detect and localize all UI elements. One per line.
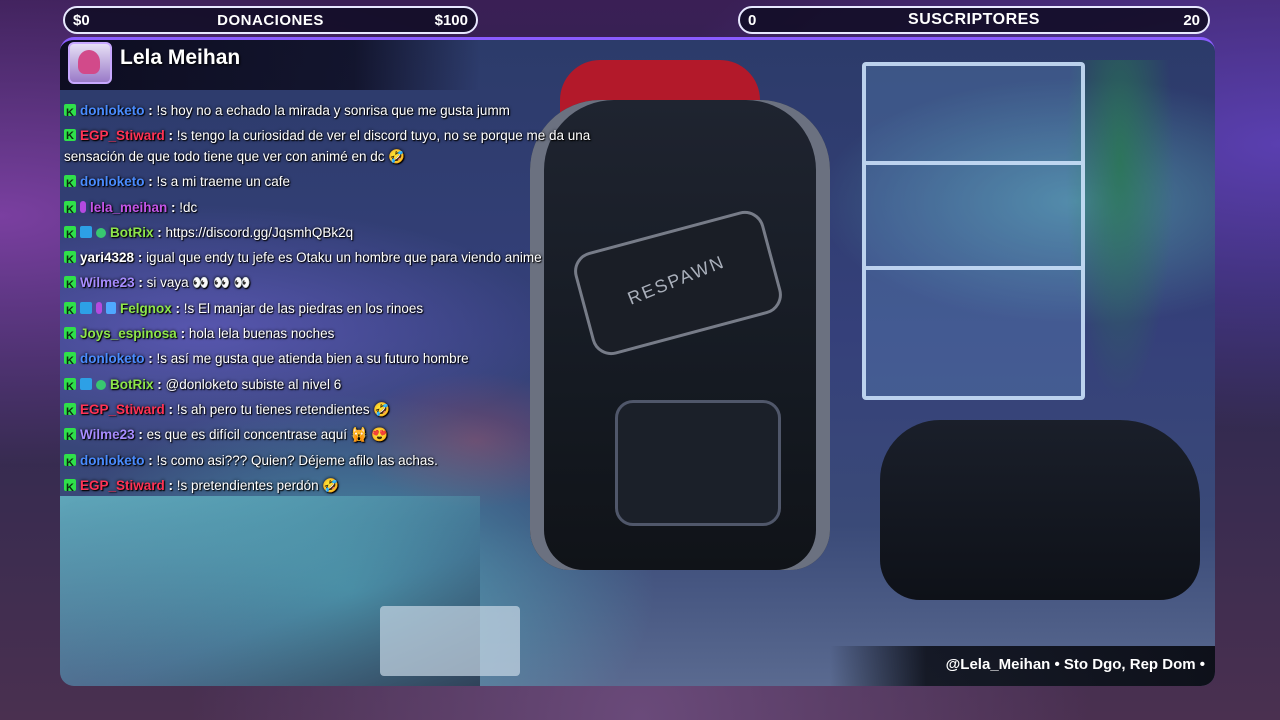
kick-badge-icon [64, 375, 76, 400]
chat-text: es que es difícil concentrase aquí 🙀 😍 [146, 427, 389, 443]
donations-min: $0 [73, 12, 90, 29]
chat-username: yari4328 [80, 250, 135, 266]
chat-text: si vaya 👀 👀 👀 [146, 275, 251, 291]
subscribers-label: SUSCRIPTORES [908, 11, 1040, 28]
kick-badge-icon [64, 425, 76, 451]
chair-armrest [880, 420, 1200, 600]
verified-badge-icon [96, 379, 106, 390]
streamer-name: Lela Meihan [120, 46, 241, 69]
kick-badge-icon [64, 273, 76, 299]
chat-text: hola lela buenas noches [188, 326, 335, 342]
chat-username: donloketo [80, 351, 145, 367]
kick-badge-icon [64, 172, 76, 198]
chat-text: @donloketo subiste al nivel 6 [165, 376, 342, 392]
chat-username: Wilme23 [80, 275, 135, 291]
subscriber-badge-icon [106, 301, 116, 314]
chat-username: donloketo [80, 103, 145, 118]
donations-goal-bar: $0 DONACIONES $100 [63, 6, 478, 34]
chat-message: yari4328 : igual que endy tu jefe es Ota… [64, 245, 624, 273]
stream-footer: @Lela_Meihan • Sto Dgo, Rep Dom • [830, 646, 1215, 686]
chat-message: EGP_Stiward : !s ah pero tu tienes reten… [64, 397, 624, 425]
chat-message: Wilme23 : es que es difícil concentrase … [64, 422, 624, 451]
chat-overlay: donloketo : !s hoy no a echado la mirada… [64, 98, 624, 501]
chat-text: !s a mi traeme un cafe [156, 174, 291, 190]
chat-text: !s ah pero tu tienes retendientes 🤣 [176, 401, 391, 417]
donations-max: $100 [434, 12, 468, 29]
chat-message: donloketo : !s como asi??? Quien? Déjeme… [64, 448, 624, 476]
stream-video: RESPAWN Lela Meihan donloketo : !s hoy n… [60, 37, 1215, 686]
chat-text: !s hoy no a echado la mirada y sonrisa q… [156, 103, 510, 118]
moderator-badge-icon [80, 301, 92, 314]
kick-badge-icon [64, 101, 76, 126]
chat-text: !s así me gusta que atienda bien a su fu… [156, 351, 469, 367]
gift-badge-icon [96, 301, 102, 314]
box-background [380, 606, 520, 676]
chat-text: !s El manjar de las piedras en los rinoe… [183, 300, 424, 316]
subscribers-max: 20 [1183, 12, 1200, 29]
chat-message: BotRix : @donloketo subiste al nivel 6 [64, 372, 624, 400]
kick-badge-icon [64, 126, 76, 147]
broadcaster-badge-icon [80, 200, 86, 213]
kick-badge-icon [64, 223, 76, 248]
chat-text: https://discord.gg/JqsmhQBk2q [165, 224, 354, 240]
chat-text: !s como asi??? Quien? Déjeme afilo las a… [156, 452, 438, 468]
chat-message: Felgnox : !s El manjar de las piedras en… [64, 296, 624, 324]
subscribers-min: 0 [748, 12, 757, 29]
donations-label: DONACIONES [217, 11, 324, 29]
streamer-avatar [68, 42, 112, 84]
kick-badge-icon [64, 349, 76, 375]
chat-message: BotRix : https://discord.gg/JqsmhQBk2q [64, 220, 624, 248]
chat-username: donloketo [80, 452, 145, 468]
chat-username: EGP_Stiward [80, 128, 165, 144]
kick-badge-icon [64, 299, 76, 324]
chat-message: EGP_Stiward : !s pretendientes perdón 🤣 [64, 473, 624, 501]
chat-message: EGP_Stiward : !s tengo la curiosidad de … [64, 123, 624, 169]
kick-badge-icon [64, 400, 76, 425]
kick-badge-icon [64, 451, 76, 476]
subscribers-goal-bar: 0 SUSCRIPTORES 20 [738, 6, 1210, 34]
chat-username: lela_meihan [90, 199, 168, 215]
moderator-badge-icon [80, 225, 92, 238]
chat-username: EGP_Stiward [80, 477, 165, 493]
kick-badge-icon [64, 248, 76, 273]
chat-message: Wilme23 : si vaya 👀 👀 👀 [64, 270, 624, 299]
chat-text: igual que endy tu jefe es Otaku un hombr… [146, 250, 542, 266]
chat-username: Joys_espinosa [80, 326, 177, 342]
verified-badge-icon [96, 227, 106, 238]
kick-badge-icon [64, 476, 76, 501]
chat-username: Wilme23 [80, 427, 135, 443]
kick-badge-icon [64, 198, 76, 223]
chat-message: donloketo : !s a mi traeme un cafe [64, 169, 624, 198]
chat-message: Joys_espinosa : hola lela buenas noches [64, 321, 624, 349]
chat-text: !dc [179, 199, 198, 215]
chat-message: donloketo : !s hoy no a echado la mirada… [64, 98, 624, 126]
chat-message: donloketo : !s así me gusta que atienda … [64, 346, 624, 375]
moderator-badge-icon [80, 377, 92, 390]
chat-username: EGP_Stiward [80, 401, 165, 417]
chat-username: BotRix [110, 224, 154, 240]
kick-badge-icon [64, 324, 76, 349]
chat-username: donloketo [80, 174, 145, 190]
chat-header: Lela Meihan [60, 40, 480, 90]
footer-text: @Lela_Meihan • Sto Dgo, Rep Dom • [945, 656, 1205, 673]
chat-username: Felgnox [120, 300, 172, 316]
shelf-background [862, 62, 1085, 400]
chat-text: !s pretendientes perdón 🤣 [176, 477, 340, 493]
chat-message: lela_meihan : !dc [64, 195, 624, 223]
chair-lumbar [615, 400, 781, 526]
chat-username: BotRix [110, 376, 154, 392]
